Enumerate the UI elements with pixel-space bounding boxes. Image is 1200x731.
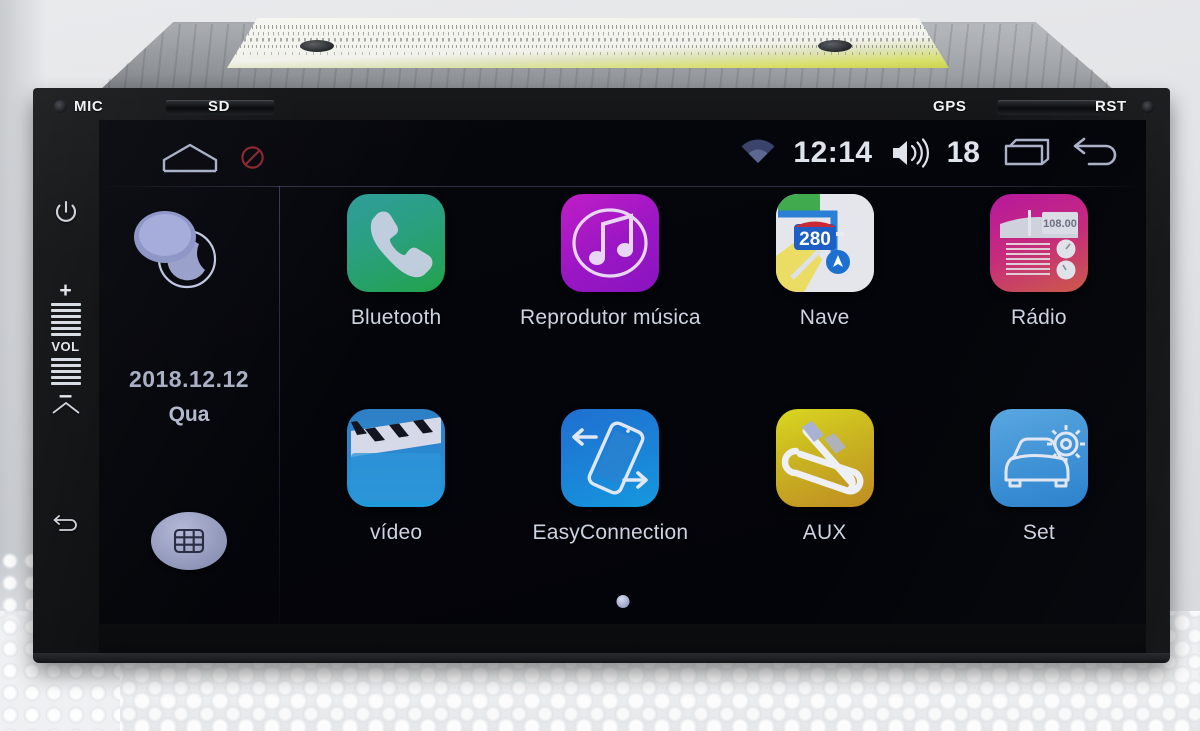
volume-level: 18 <box>946 136 980 169</box>
aux-cable-icon <box>781 421 864 495</box>
status-clock: 12:14 <box>793 136 873 169</box>
weekday-text: Qua <box>168 403 210 426</box>
power-hardware-button[interactable] <box>33 198 98 228</box>
apps-grid-icon <box>173 528 205 554</box>
sticker-screw-hole-right <box>818 40 852 52</box>
back-arrow-icon <box>1073 137 1117 166</box>
page-indicator-dot[interactable] <box>616 595 629 608</box>
no-entry-indicator <box>239 144 266 176</box>
radio-icon: 108.00 <box>999 210 1078 280</box>
top-bezel: MIC SD GPS RST <box>33 88 1170 118</box>
sticker-screw-hole-left <box>300 40 334 52</box>
app-music-player[interactable]: Reprodutor música <box>503 194 717 330</box>
back-arrow-icon <box>53 515 77 531</box>
app-label: EasyConnection <box>532 521 689 544</box>
status-home-button[interactable] <box>159 140 221 181</box>
app-aux[interactable]: AUX <box>718 409 932 545</box>
all-apps-button[interactable] <box>151 512 227 570</box>
music-app-icon <box>561 194 660 292</box>
date-text: 2018.12.12 <box>128 366 250 392</box>
easyconnection-app-icon <box>561 409 660 507</box>
home-icon <box>51 402 80 414</box>
status-bar-right-cluster: 12:14 18 <box>739 130 1124 176</box>
app-navigation[interactable]: 280 Nave <box>718 194 932 330</box>
volume-rocker[interactable]: + VOL – <box>33 280 98 408</box>
highway-shield-number: 280 <box>799 229 831 250</box>
volume-scale-upper <box>50 303 81 336</box>
home-icon <box>162 143 218 173</box>
volume-status[interactable] <box>889 137 931 169</box>
video-app-icon <box>347 409 446 507</box>
app-settings[interactable]: Set <box>932 409 1146 545</box>
radio-app-icon: 108.00 <box>989 194 1088 292</box>
back-hardware-button[interactable] <box>33 513 98 535</box>
volume-scale-lower <box>50 358 81 385</box>
music-note-icon <box>572 208 648 278</box>
app-radio[interactable]: 108.00 Rádio <box>932 194 1146 330</box>
power-icon <box>55 200 76 222</box>
reset-pinhole[interactable] <box>1142 101 1154 113</box>
app-label: Set <box>1022 521 1055 544</box>
phone-mirror-icon <box>572 421 649 495</box>
app-label: Reprodutor música <box>519 306 701 329</box>
no-entry-icon <box>241 146 264 169</box>
app-label: Rádio <box>1010 306 1067 329</box>
photo-scene: MIC SD GPS RST + VOL – 12:14 18 2018.12.… <box>0 0 1200 731</box>
app-label: Nave <box>799 306 850 329</box>
volume-label: VOL <box>51 339 80 354</box>
android-status-bar: 12:14 18 <box>99 120 1146 187</box>
device-bottom-edge <box>33 653 1170 663</box>
spec-sticker <box>227 18 949 68</box>
lcd-touchscreen[interactable]: 12:14 18 2018.12.12 Qua Bluetooth Reprod… <box>99 120 1146 624</box>
app-label: AUX <box>802 521 847 544</box>
sd-label: SD <box>208 98 231 115</box>
gps-card-slot[interactable] <box>998 100 1103 115</box>
left-hardware-button-bar: + VOL – <box>33 118 98 661</box>
date-widget[interactable]: 2018.12.12 Qua <box>99 366 279 427</box>
mic-label: MIC <box>74 98 104 115</box>
app-easyconnection[interactable]: EasyConnection <box>503 409 717 545</box>
gps-label: GPS <box>933 98 967 115</box>
nave-app-icon: 280 <box>775 194 874 292</box>
radio-frequency-display: 108.00 <box>1043 218 1077 230</box>
recents-button[interactable] <box>996 134 1054 172</box>
app-bluetooth[interactable]: Bluetooth <box>289 194 503 330</box>
status-back-button[interactable] <box>1070 134 1124 172</box>
car-stereo-head-unit: MIC SD GPS RST + VOL – 12:14 18 2018.12.… <box>33 88 1170 661</box>
home-left-column: 2018.12.12 Qua <box>99 186 279 624</box>
wifi-status[interactable] <box>739 139 777 167</box>
car-gear-icon <box>1004 425 1085 488</box>
map-icon: 280 <box>775 194 874 292</box>
app-label: vídeo <box>369 521 423 544</box>
cloud-moon-icon <box>134 211 217 289</box>
wifi-icon <box>741 139 775 163</box>
weather-widget[interactable] <box>125 204 225 296</box>
app-grid: Bluetooth Reprodutor música 280 Nave 108… <box>289 194 1146 624</box>
rst-label: RST <box>1095 98 1127 115</box>
volume-up-label[interactable]: + <box>33 280 98 301</box>
clapperboard-icon <box>351 417 442 501</box>
app-label: Bluetooth <box>350 306 442 329</box>
microphone-hole <box>54 100 67 113</box>
volume-icon <box>892 138 929 168</box>
column-divider <box>279 186 280 624</box>
bluetooth-app-icon <box>347 194 446 292</box>
phone-handset-icon <box>370 211 433 278</box>
aux-app-icon <box>775 409 874 507</box>
recents-icon <box>1004 138 1050 166</box>
home-hardware-button[interactable] <box>33 398 98 420</box>
set-app-icon <box>989 409 1088 507</box>
app-video[interactable]: vídeo <box>289 409 503 545</box>
